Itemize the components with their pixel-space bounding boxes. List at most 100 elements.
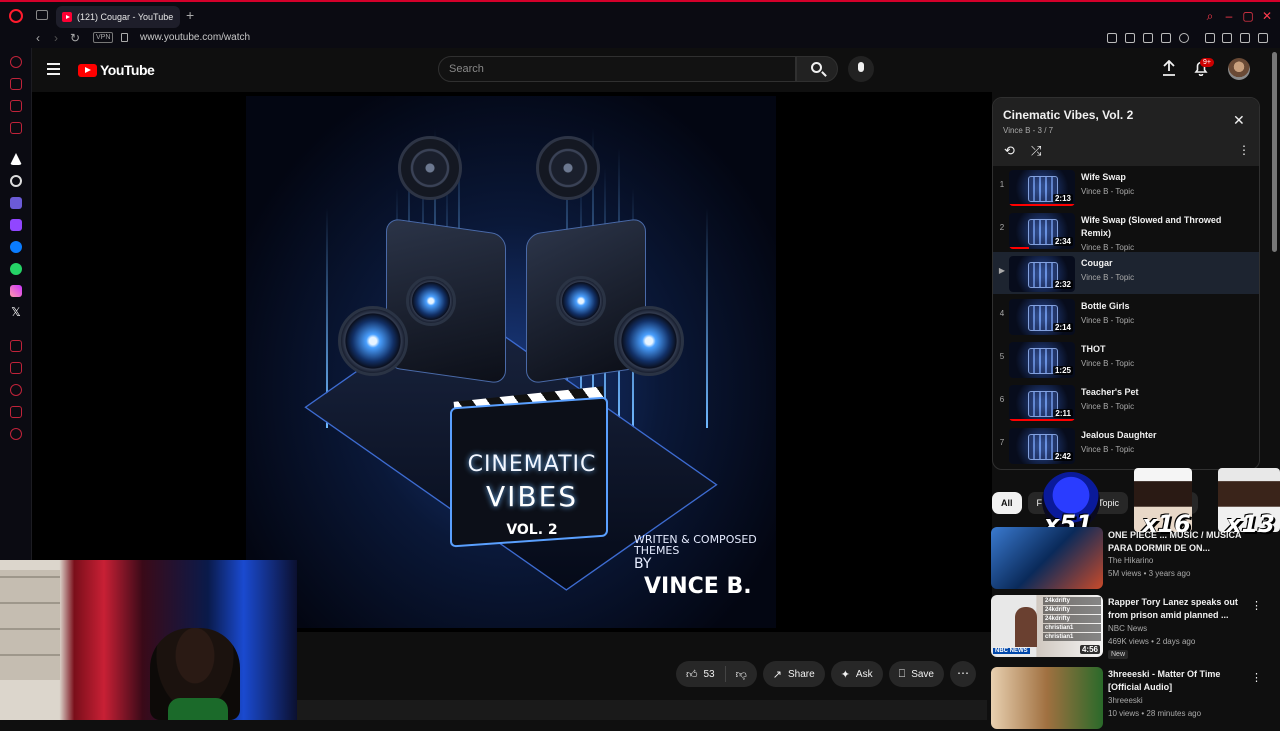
playlist-title[interactable]: Cinematic Vibes, Vol. 2 xyxy=(1003,108,1133,122)
recommended-channel[interactable]: The Hikarino xyxy=(1108,556,1153,565)
playlist-item-title[interactable]: Wife Swap xyxy=(1081,171,1251,184)
shuffle-icon[interactable]: ⤮ xyxy=(1031,143,1041,159)
shield-icon[interactable] xyxy=(1143,33,1153,43)
upload-icon[interactable] xyxy=(1162,60,1176,76)
account-avatar[interactable] xyxy=(1228,58,1250,80)
menu-icon[interactable] xyxy=(47,63,60,75)
playlist-item-thumbnail[interactable]: 2:11 xyxy=(1009,385,1075,421)
whatsapp-icon[interactable] xyxy=(10,263,22,275)
news-icon[interactable] xyxy=(10,122,22,134)
ask-button[interactable]: ✦ Ask xyxy=(830,661,883,687)
share-icon: ↗ xyxy=(772,668,783,681)
playlist-item-thumbnail[interactable]: 1:25 xyxy=(1009,342,1075,378)
recommended-channel[interactable]: NBC News xyxy=(1108,624,1147,633)
forward-icon[interactable]: › xyxy=(54,31,58,45)
chip-all[interactable]: All xyxy=(992,492,1022,514)
search-tabs-icon[interactable]: ⌕ xyxy=(1203,10,1217,24)
playlist-item-thumbnail[interactable]: 2:13 xyxy=(1009,170,1075,206)
bookmarks-icon[interactable] xyxy=(10,362,22,374)
playlist-item[interactable]: 2 2:34 Wife Swap (Slowed and Throwed Remix… xyxy=(993,209,1259,252)
messenger-icon[interactable] xyxy=(10,241,22,253)
opera-logo-icon[interactable] xyxy=(9,9,23,23)
recommended-video[interactable]: ONE PIECE ... MUSIC / MUSICA PARA DORMIR… xyxy=(991,527,1261,591)
close-icon[interactable]: ✕ xyxy=(1233,112,1245,129)
playlist-item[interactable]: 4 2:14 Bottle Girls Vince B - Topic xyxy=(993,295,1259,337)
instagram-icon[interactable] xyxy=(10,285,22,297)
close-window-icon[interactable]: ✕ xyxy=(1260,10,1274,24)
playlist-item-thumbnail[interactable]: 2:34 xyxy=(1009,213,1075,249)
recommended-title[interactable]: Rapper Tory Lanez speaks out from prison… xyxy=(1108,596,1248,622)
watched-progress-bar xyxy=(1009,419,1075,421)
recommended-video[interactable]: NBC NEWS 24kdrifty 24kdrifty 24kdrifty c… xyxy=(991,595,1262,659)
playlist-item[interactable]: 1 2:13 Wife Swap Vince B - Topic xyxy=(993,166,1259,208)
settings-icon[interactable] xyxy=(10,175,22,187)
video-player[interactable]: CINEMATIC VIBES VOL. 2 WRITEN & COMPOSED… xyxy=(32,92,992,632)
playlist-item[interactable]: 7 2:42 Jealous Daughter Vince B - Topic xyxy=(993,424,1259,466)
recommended-thumbnail[interactable] xyxy=(991,527,1103,589)
x-icon[interactable]: 𝕏 xyxy=(10,306,22,318)
playlist-item-title[interactable]: Cougar xyxy=(1081,257,1251,270)
back-icon[interactable]: ‹ xyxy=(36,31,40,45)
aria-icon[interactable] xyxy=(10,56,22,68)
playlist-item-duration: 1:25 xyxy=(1052,366,1073,375)
page-scrollbar[interactable] xyxy=(1272,52,1277,252)
share-button[interactable]: ↗ Share xyxy=(762,661,825,687)
maximize-icon[interactable]: ▢ xyxy=(1241,10,1255,24)
playlist-menu-icon[interactable]: ⋮ xyxy=(1238,143,1250,157)
play-icon[interactable] xyxy=(1161,33,1171,43)
twitch-icon[interactable] xyxy=(10,219,22,231)
playlist-item-thumbnail[interactable]: 2:42 xyxy=(1009,428,1075,464)
dislike-button[interactable]: 👎︎ xyxy=(726,668,757,681)
lock-icon[interactable] xyxy=(121,33,128,42)
download-icon[interactable] xyxy=(1240,33,1250,43)
chat-line: christian1 xyxy=(1043,633,1101,641)
minimize-icon[interactable]: – xyxy=(1222,10,1236,24)
recommended-thumbnail[interactable]: NBC NEWS 24kdrifty 24kdrifty 24kdrifty c… xyxy=(991,595,1103,657)
profile-icon[interactable] xyxy=(1222,33,1232,43)
browser-tab-active[interactable]: (121) Cougar - YouTube xyxy=(56,6,180,28)
playlist-item-title[interactable]: Teacher's Pet xyxy=(1081,386,1251,399)
extensions-icon[interactable] xyxy=(1205,33,1215,43)
overlay-chat: 24kdrifty 24kdrifty 24kdrifty christian1… xyxy=(1043,597,1101,642)
playlist-item-thumbnail[interactable]: 2:32 xyxy=(1009,256,1075,292)
playlist-item[interactable]: 5 1:25 THOT Vince B - Topic xyxy=(993,338,1259,380)
save-button[interactable]: ⎕ Save xyxy=(888,661,944,687)
search-button[interactable] xyxy=(796,56,838,82)
recommended-title[interactable]: 3hreeeski - Matter Of Time [Official Aud… xyxy=(1108,668,1248,694)
loop-icon[interactable]: ⟲ xyxy=(1004,143,1015,159)
recommended-more-icon[interactable]: ⋮ xyxy=(1251,671,1262,684)
playlist-item-title[interactable]: Wife Swap (Slowed and Throwed Remix) xyxy=(1081,214,1251,240)
more-actions-icon[interactable]: ⋯ xyxy=(950,661,976,687)
voice-search-icon[interactable] xyxy=(848,56,874,82)
chat-icon[interactable] xyxy=(10,100,22,112)
vpn-badge[interactable]: VPN xyxy=(93,32,114,43)
reload-icon[interactable]: ↻ xyxy=(70,31,80,45)
clock-icon[interactable] xyxy=(10,384,22,396)
history-icon[interactable] xyxy=(10,340,22,352)
recommended-title[interactable]: ONE PIECE ... MUSIC / MUSICA PARA DORMIR… xyxy=(1108,529,1248,555)
youtube-logo[interactable]: YouTube xyxy=(78,62,155,78)
easy-setup-icon[interactable] xyxy=(1258,33,1268,43)
tab-islands-icon[interactable] xyxy=(36,10,48,20)
recommended-more-icon[interactable]: ⋮ xyxy=(1251,599,1262,612)
new-tab-button[interactable]: + xyxy=(186,8,194,22)
cube-icon[interactable] xyxy=(10,406,22,418)
playlist-item-thumbnail[interactable]: 2:14 xyxy=(1009,299,1075,335)
playlist-item[interactable]: 6 2:11 Teacher's Pet Vince B - Topic xyxy=(993,381,1259,423)
recommended-video[interactable]: 3hreeeski - Matter Of Time [Official Aud… xyxy=(991,667,1262,731)
search-input[interactable] xyxy=(438,56,796,82)
playlist-item-title[interactable]: Bottle Girls xyxy=(1081,300,1251,313)
heart-icon[interactable] xyxy=(1179,33,1189,43)
shopping-icon[interactable] xyxy=(10,78,22,90)
discord-icon[interactable] xyxy=(10,197,22,209)
bookmark-icon[interactable] xyxy=(1107,33,1117,43)
like-button[interactable]: 👍︎ 53 xyxy=(676,666,726,682)
playlist-item[interactable]: ▶ 2:32 Cougar Vince B - Topic xyxy=(993,252,1259,294)
gear-icon[interactable] xyxy=(10,428,22,440)
recommended-channel[interactable]: 3hreeeski xyxy=(1108,696,1143,705)
snapshot-icon[interactable] xyxy=(1125,33,1135,43)
ai-icon[interactable] xyxy=(10,153,22,165)
playlist-item-title[interactable]: THOT xyxy=(1081,343,1251,356)
playlist-item-title[interactable]: Jealous Daughter xyxy=(1081,429,1251,442)
url-field[interactable]: www.youtube.com/watch xyxy=(140,32,250,43)
